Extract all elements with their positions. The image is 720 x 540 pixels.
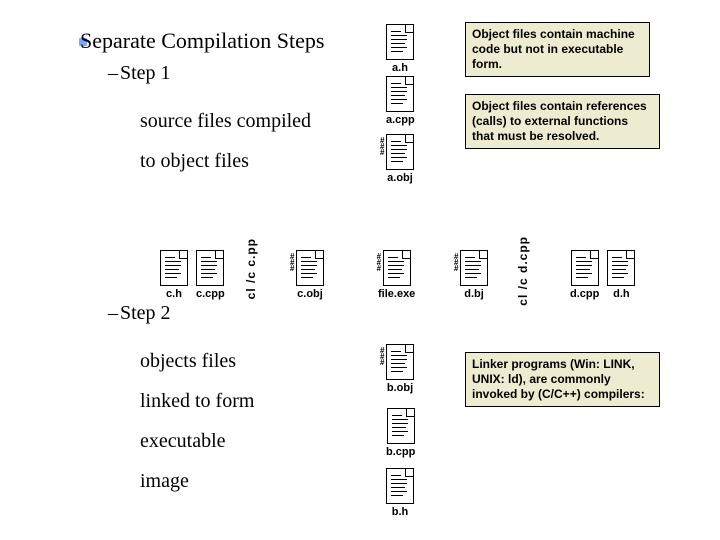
- file-icon: ###: [386, 344, 414, 380]
- file-icon: [386, 468, 414, 504]
- file-label: b.cpp: [386, 446, 415, 458]
- file-b-cpp: b.cpp: [386, 408, 415, 458]
- step2-line2: linked to form: [140, 390, 254, 413]
- file-a-cpp: a.cpp: [386, 76, 415, 126]
- file-label: c.h: [166, 288, 182, 300]
- step2-line1: objects files: [140, 350, 236, 373]
- file-pair-c-sources: c.h c.cpp: [160, 250, 225, 300]
- file-icon: ###: [386, 134, 414, 170]
- file-label: c.obj: [297, 288, 323, 300]
- file-label: a.obj: [387, 172, 413, 184]
- step1-line1: source files compiled: [140, 110, 311, 133]
- step1-heading-text: Step 1: [120, 62, 171, 84]
- file-icon: [196, 250, 224, 286]
- file-label: d.h: [613, 288, 630, 300]
- dash-icon: –: [108, 62, 118, 85]
- step2-line4: image: [140, 470, 189, 493]
- note-linker: Linker programs (Win: LINK, UNIX: ld), a…: [465, 352, 660, 407]
- step2-heading: –Step 2: [108, 302, 171, 325]
- file-label: file.exe: [378, 288, 415, 300]
- file-icon: [386, 76, 414, 112]
- file-icon: ###: [460, 250, 488, 286]
- file-d-cpp: d.cpp: [570, 250, 599, 300]
- file-label: d.bj: [464, 288, 484, 300]
- file-a-obj: ### a.obj: [386, 134, 414, 184]
- step1-line2: to object files: [140, 150, 249, 173]
- file-label: a.cpp: [386, 114, 415, 126]
- page-title: Separate Compilation Steps: [80, 28, 324, 54]
- dash-icon: –: [108, 302, 118, 325]
- note-obj-files-2: Object files contain references (calls) …: [465, 94, 660, 149]
- file-icon: [386, 24, 414, 60]
- cmd-cl-d: cl /c d.cpp: [516, 236, 530, 306]
- file-d-h: d.h: [607, 250, 635, 300]
- file-b-h: b.h: [386, 468, 414, 518]
- file-a-h: a.h: [386, 24, 414, 74]
- file-icon: [387, 408, 415, 444]
- file-d-bj: ### d.bj: [460, 250, 488, 300]
- file-label: b.h: [392, 506, 409, 518]
- note-obj-files-1: Object files contain machine code but no…: [465, 22, 650, 77]
- file-icon: [571, 250, 599, 286]
- file-label: b.obj: [387, 382, 413, 394]
- file-label: c.cpp: [196, 288, 225, 300]
- file-b-obj: ### b.obj: [386, 344, 414, 394]
- file-icon: [607, 250, 635, 286]
- step2-line3: executable: [140, 430, 226, 453]
- file-label: d.cpp: [570, 288, 599, 300]
- file-label: a.h: [392, 62, 408, 74]
- cmd-cl-c: cl /c c.pp: [244, 238, 258, 299]
- step1-heading: –Step 1: [108, 62, 171, 85]
- file-icon: ###: [383, 250, 411, 286]
- file-c-cpp: c.cpp: [196, 250, 225, 300]
- file-icon: [160, 250, 188, 286]
- file-icon: ###: [296, 250, 324, 286]
- step2-heading-text: Step 2: [120, 302, 171, 324]
- file-c-h: c.h: [160, 250, 188, 300]
- file-pair-d-sources: d.cpp d.h: [570, 250, 635, 300]
- file-exe: ### file.exe: [378, 250, 415, 300]
- file-c-obj: ### c.obj: [296, 250, 324, 300]
